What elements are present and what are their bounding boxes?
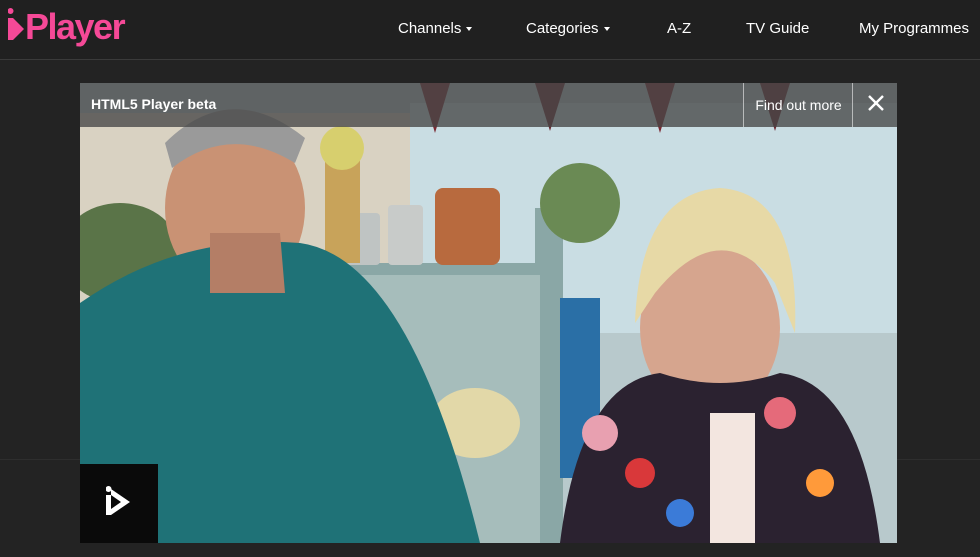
nav-my-programmes[interactable]: My Programmes: [859, 20, 974, 37]
iplayer-logo[interactable]: Player: [7, 6, 126, 49]
nav-categories-label: Categories: [526, 19, 599, 37]
banner-title: HTML5 Player beta: [91, 96, 217, 112]
iplayer-logo-mark-icon: [7, 6, 24, 49]
video-player[interactable]: HTML5 Player beta Find out more: [80, 83, 897, 543]
banner-close-button[interactable]: [852, 83, 897, 127]
nav-my-programmes-label: My Programmes: [859, 19, 970, 37]
nav-channels[interactable]: Channels: [398, 20, 478, 37]
chevron-down-icon: [466, 27, 473, 31]
play-button[interactable]: [80, 464, 158, 543]
nav-channels-label: Channels: [398, 19, 462, 37]
nav-a-z[interactable]: A-Z: [667, 20, 707, 37]
video-frame: [80, 83, 897, 543]
find-out-more-link[interactable]: Find out more: [743, 83, 853, 127]
chevron-down-icon: [603, 27, 610, 31]
iplayer-play-icon: [105, 485, 132, 522]
nav-categories[interactable]: Categories: [526, 20, 616, 37]
nav-tv-guide-label: TV Guide: [746, 19, 810, 37]
nav-tv-guide[interactable]: TV Guide: [746, 20, 816, 37]
top-navigation-bar: Player Channels Categories A-Z TV Guide …: [0, 0, 980, 60]
iplayer-logo-text: Player: [25, 6, 126, 47]
player-beta-banner: HTML5 Player beta Find out more: [80, 83, 897, 127]
nav-a-z-label: A-Z: [667, 19, 692, 37]
close-icon: [867, 94, 884, 116]
